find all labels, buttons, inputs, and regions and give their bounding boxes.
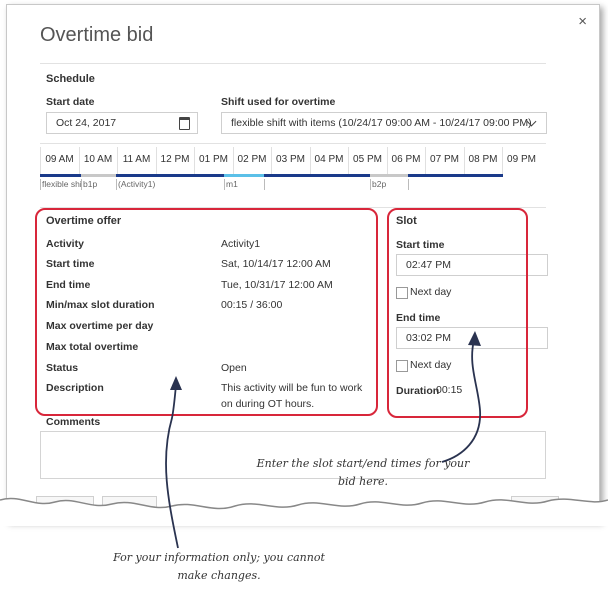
annotation-arrows bbox=[165, 331, 481, 549]
offer-annotation: For your information only; you cannot ma… bbox=[113, 551, 325, 582]
slot-annotation: Enter the slot start/end times for your … bbox=[256, 457, 470, 488]
